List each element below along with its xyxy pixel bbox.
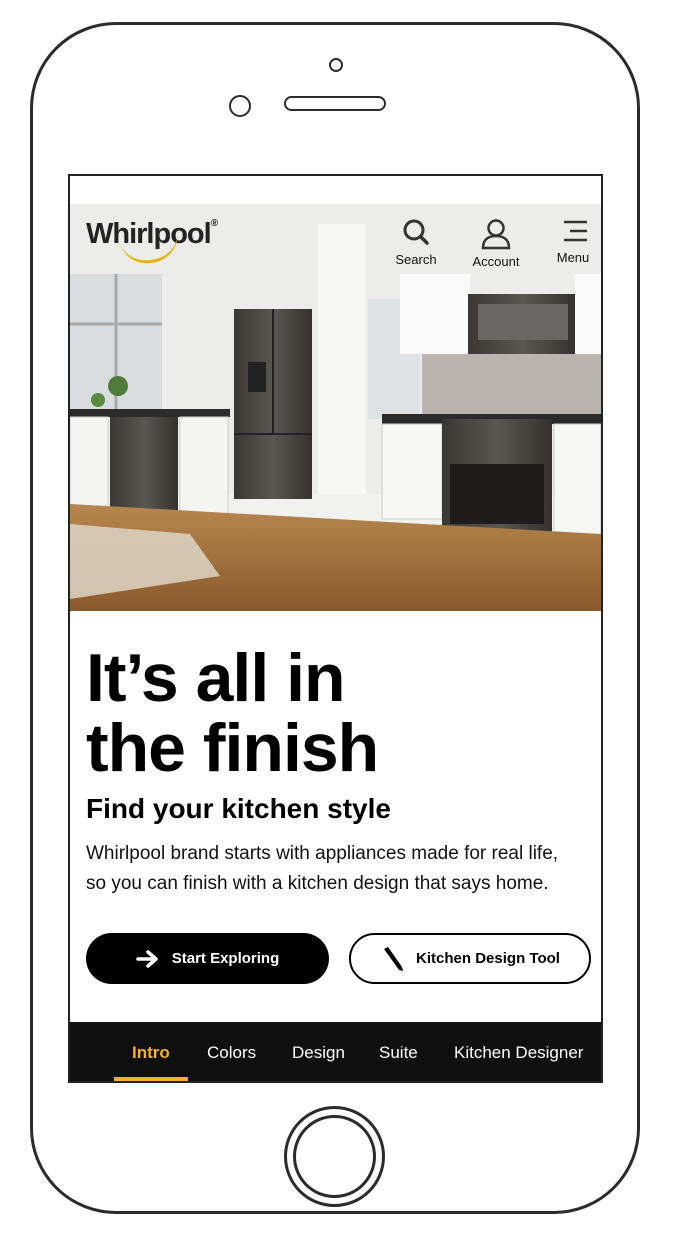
kitchen-design-tool-label: Kitchen Design Tool [416,950,560,967]
section-tabbar: Intro Colors Design Suite Kitchen Design… [70,1022,601,1081]
arrow-right-icon [135,949,158,968]
registered-mark: ® [210,218,218,229]
hero-copy: It’s all in the finish Find your kitchen… [86,643,596,899]
account-label: Account [472,254,520,269]
search-button[interactable]: Search [388,218,444,267]
tab-colors[interactable]: Colors [207,1043,256,1063]
menu-button[interactable]: Menu [550,218,596,265]
account-button[interactable]: Account [466,218,526,269]
search-label: Search [395,252,437,267]
start-exploring-label: Start Exploring [171,950,280,967]
subheading: Find your kitchen style [86,793,391,824]
kitchen-design-tool-button[interactable]: Kitchen Design Tool [349,933,591,984]
start-exploring-button[interactable]: Start Exploring [86,933,329,984]
user-icon [481,219,511,250]
tab-intro[interactable]: Intro [132,1043,170,1063]
active-tab-indicator [114,1077,188,1081]
proximity-sensor [229,95,251,117]
title-line-2: the finish [86,710,379,786]
menu-label: Menu [556,250,590,265]
page-title: It’s all in the finish [86,643,596,783]
site-header: Whirlpool® Search Account Menu [70,204,601,274]
earpiece-speaker [284,96,386,111]
tab-design[interactable]: Design [292,1043,345,1063]
search-icon [403,219,429,245]
home-button[interactable] [284,1106,385,1207]
menu-icon [564,220,587,242]
intro-line-2: so you can finish with a kitchen design … [86,873,549,894]
tab-suite[interactable]: Suite [379,1043,418,1063]
intro-paragraph: Whirlpool brand starts with appliances m… [86,839,596,899]
intro-line-1: Whirlpool brand starts with appliances m… [86,843,559,864]
tab-kitchen-designer[interactable]: Kitchen Designer [454,1043,583,1063]
front-camera [329,58,343,72]
phone-screen: Whirlpool® Search Account Menu It’s all … [68,174,603,1083]
title-line-1: It’s all in [86,640,346,716]
pencil-icon [384,946,404,971]
